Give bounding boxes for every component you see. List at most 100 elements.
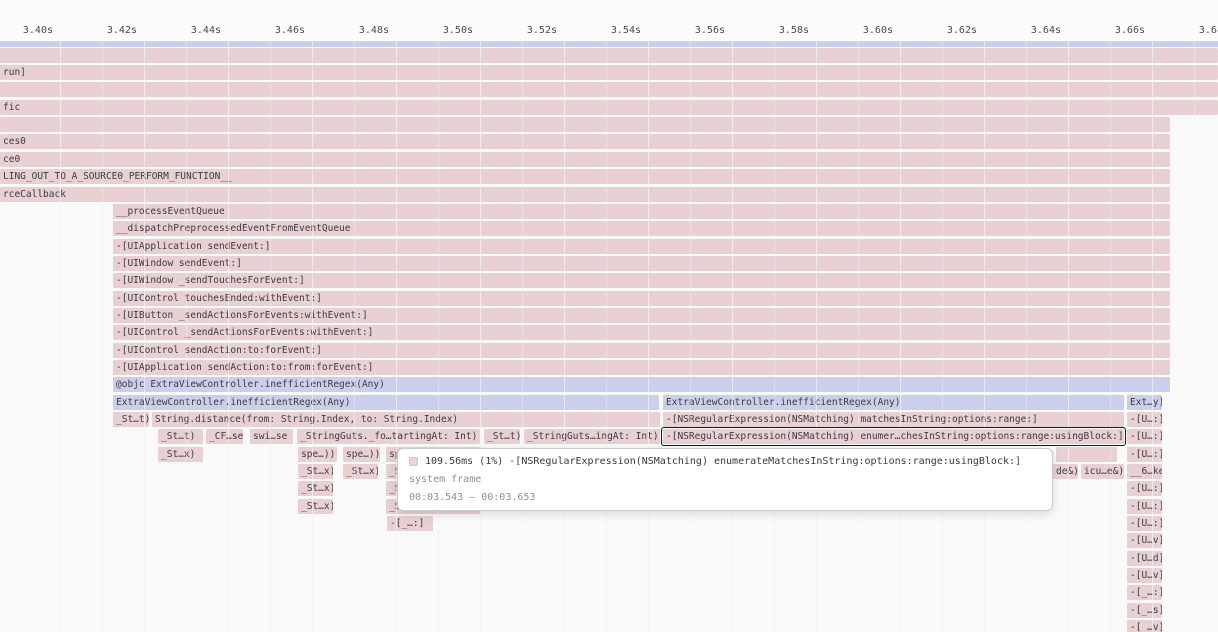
axis-tick-label: 3.68s: [1159, 25, 1218, 36]
gridline-highlight: [522, 42, 523, 632]
frame-bar[interactable]: -[_…v]: [1127, 620, 1162, 632]
gridline-highlight: [1152, 42, 1153, 632]
frame-bar[interactable]: -[UIWindow _sendTouchesForEvent:]: [113, 273, 1170, 288]
frame-bar[interactable]: _StringGuts…ingAt: Int): [524, 429, 660, 444]
frame-bar[interactable]: -[_…:]: [1127, 585, 1162, 600]
gridline-highlight: [732, 42, 733, 632]
frame-bar[interactable]: de&): [1053, 464, 1078, 479]
frame-bar[interactable]: _St…x): [343, 464, 378, 479]
gridline-highlight: [606, 42, 607, 632]
frame-bar[interactable]: _St…t): [484, 429, 520, 444]
frame-bar[interactable]: -[UIControl sendAction:to:forEvent:]: [113, 343, 1170, 358]
frame-bar[interactable]: LING_OUT_TO_A_SOURCE0_PERFORM_FUNCTION__: [0, 169, 1170, 184]
time-axis: 3.40s 3.42s 3.44s 3.46s 3.48s 3.50s 3.52s 3.54s…: [0, 0, 1218, 42]
frame-bar[interactable]: -[UIControl _sendActionsForEvents:withEv…: [113, 325, 1170, 340]
frame-bar-root[interactable]: [0, 42, 1218, 47]
frame-bar[interactable]: @objc ExtraViewController.inefficientReg…: [113, 377, 1170, 392]
gridline-highlight: [438, 42, 439, 632]
gridline-highlight: [858, 42, 859, 632]
frame-bar[interactable]: [0, 48, 1218, 63]
gridline-highlight: [774, 42, 775, 632]
trace-flame-chart: run] fic ces0 ce0 LING_OUT_TO_A_SOURCE0_PERF…: [0, 0, 1218, 632]
tooltip-title-row: 109.56ms (1%) -[NSRegularExpression(NSMa…: [409, 456, 1041, 467]
frame-bar[interactable]: __dispatchPreprocessedEventFromEventQueu…: [113, 221, 1170, 236]
gridline-highlight: [60, 42, 61, 632]
frame-bar[interactable]: Ext…y): [1127, 395, 1162, 410]
gridline-highlight: [186, 42, 187, 632]
gridline-highlight: [648, 42, 649, 632]
axis-tick-label: 3.64s: [991, 25, 1061, 36]
frame-bar[interactable]: -[U…v]: [1127, 533, 1162, 548]
frame-bar[interactable]: -[U…:]: [1127, 481, 1162, 496]
frame-bar[interactable]: _StringGuts._fo…tartingAt: Int): [297, 429, 480, 444]
axis-tick-label: 3.52s: [487, 25, 557, 36]
frame-bar[interactable]: -[U…:]: [1127, 516, 1162, 531]
frame-bar[interactable]: -[U…:]: [1127, 429, 1162, 444]
axis-tick-label: 3.48s: [319, 25, 389, 36]
frame-bar[interactable]: _St…x): [298, 464, 333, 479]
axis-tick-label: 3.62s: [907, 25, 977, 36]
gridline-highlight: [900, 42, 901, 632]
tooltip-duration-and-symbol: 109.56ms (1%) -[NSRegularExpression(NSMa…: [425, 456, 1021, 467]
frame-bar[interactable]: -[_…:]: [387, 516, 433, 531]
frame-bar[interactable]: -[UIButton _sendActionsForEvents:withEve…: [113, 308, 1170, 323]
frame-bar[interactable]: -[UIWindow sendEvent:]: [113, 256, 1170, 271]
frame-bar[interactable]: swi…se: [250, 429, 293, 444]
gridline-highlight: [690, 42, 691, 632]
frame-bar[interactable]: icu…e&): [1081, 464, 1124, 479]
frame-bar[interactable]: spe…)): [343, 447, 380, 462]
tooltip-time-range: 00:03.543 — 00:03.653: [409, 492, 1041, 503]
frame-bar[interactable]: -[UIControl touchesEnded:withEvent:]: [113, 291, 1170, 306]
frame-bar[interactable]: _St…x): [298, 481, 333, 496]
gridline-highlight: [396, 42, 397, 632]
gridline-highlight: [270, 42, 271, 632]
frame-bar[interactable]: rceCallback: [0, 187, 1170, 202]
axis-tick-label: 3.46s: [235, 25, 305, 36]
gridline-highlight: [144, 42, 145, 632]
frame-bar[interactable]: _St…x): [298, 499, 333, 514]
axis-tick-label: 3.54s: [571, 25, 641, 36]
gridline-highlight: [228, 42, 229, 632]
axis-tick-label: 3.58s: [739, 25, 809, 36]
frame-bar[interactable]: -[U…:]: [1127, 412, 1162, 427]
axis-tick-label: 3.50s: [403, 25, 473, 36]
frame-bar[interactable]: ce0: [0, 152, 1170, 167]
frame-bar[interactable]: -[U…d]: [1127, 551, 1162, 566]
frame-bar[interactable]: [0, 117, 1170, 132]
frame-bar[interactable]: _St…t): [158, 429, 203, 444]
frame-bar[interactable]: _St…x): [158, 447, 203, 462]
frame-bar[interactable]: __6…ke: [1127, 464, 1162, 479]
axis-tick-label: 3.66s: [1075, 25, 1145, 36]
frame-bar-selected[interactable]: -[NSRegularExpression(NSMatching) enumer…: [663, 429, 1124, 444]
axis-tick-label: 3.40s: [0, 25, 53, 36]
frame-bar[interactable]: run]: [0, 65, 1218, 80]
frame-bar[interactable]: [1056, 447, 1117, 462]
frame-bar[interactable]: -[U…v]: [1127, 568, 1162, 583]
frame-bar[interactable]: __processEventQueue: [113, 204, 1170, 219]
gridline-highlight: [102, 42, 103, 632]
frame-bar[interactable]: spe…)): [298, 447, 337, 462]
frame-bar[interactable]: -[UIApplication sendEvent:]: [113, 239, 1170, 254]
gridline-highlight: [1026, 42, 1027, 632]
frame-bar[interactable]: ExtraViewController.inefficientRegex(Any…: [113, 395, 659, 410]
gridline-highlight: [942, 42, 943, 632]
gridline-highlight: [1068, 42, 1069, 632]
frame-bar[interactable]: -[U…:]: [1127, 499, 1162, 514]
gridline-highlight: [1110, 42, 1111, 632]
gridline-highlight: [816, 42, 817, 632]
gridline-highlight: [312, 42, 313, 632]
frame-bar[interactable]: -[UIApplication sendAction:to:from:forEv…: [113, 360, 1170, 375]
axis-tick-label: 3.44s: [151, 25, 221, 36]
frame-tooltip: 109.56ms (1%) -[NSRegularExpression(NSMa…: [397, 448, 1053, 511]
frame-bar[interactable]: -[_…s]: [1127, 603, 1162, 618]
frame-bar[interactable]: _CF…se: [206, 429, 243, 444]
frame-bar[interactable]: ces0: [0, 134, 1170, 149]
axis-tick-label: 3.42s: [67, 25, 137, 36]
frame-bar[interactable]: -[U…:]: [1127, 447, 1162, 462]
frame-bar[interactable]: fic: [0, 100, 1218, 115]
frame-bar[interactable]: [0, 82, 1218, 97]
gridline-highlight: [354, 42, 355, 632]
axis-tick-label: 3.56s: [655, 25, 725, 36]
axis-tick-label: 3.60s: [823, 25, 893, 36]
tooltip-frame-kind: system frame: [409, 474, 1041, 485]
